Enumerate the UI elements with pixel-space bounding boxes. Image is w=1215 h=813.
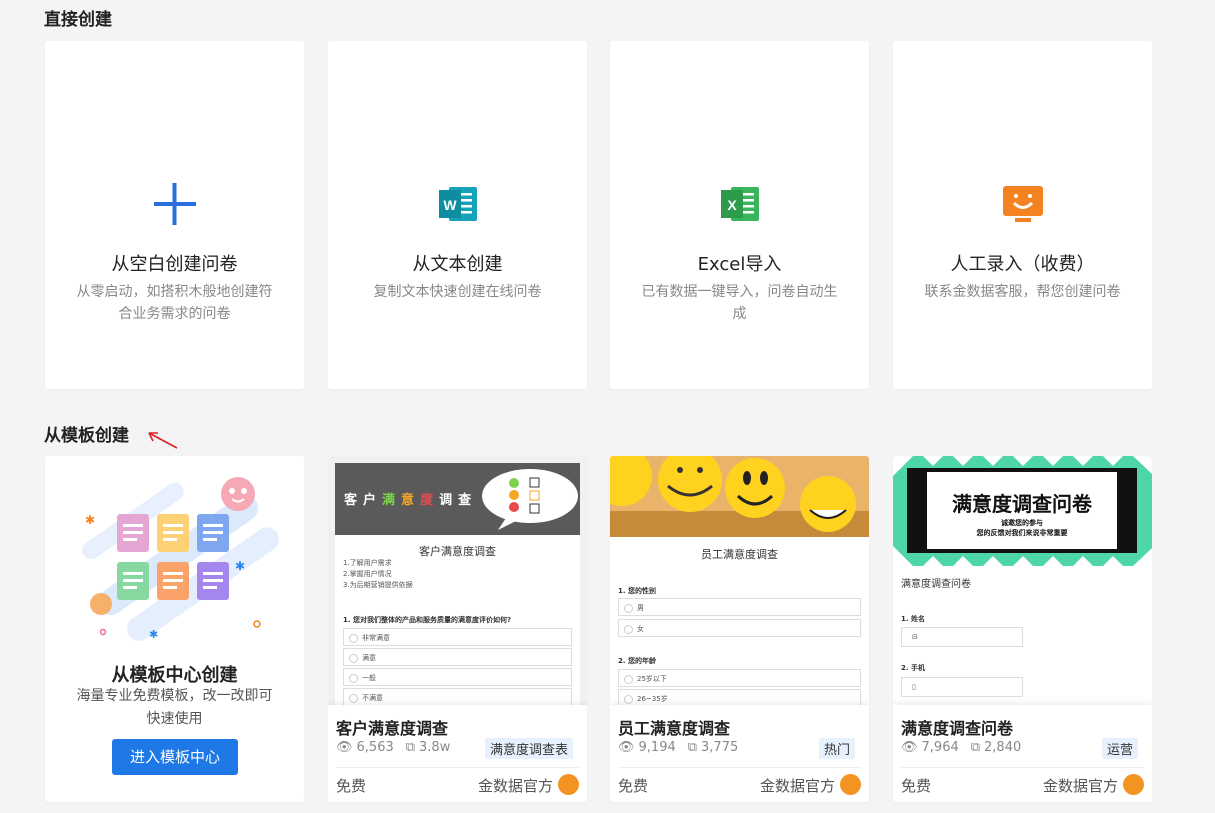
- use-count: 3,775: [701, 740, 739, 755]
- divider: [336, 767, 579, 768]
- template-card-employee-satisfaction[interactable]: 员工满意度调查 1. 您的性别 男 女 2. 您的年龄 25岁以下 26~35岁…: [610, 456, 869, 802]
- template-stats: 👁 6,563 ⧉ 3.8w: [336, 740, 450, 755]
- preview-input: ▯: [901, 677, 1023, 697]
- plus-icon: [153, 183, 196, 225]
- divider: [901, 767, 1144, 768]
- word-icon: W: [438, 187, 477, 221]
- card-title: 从文本创建: [412, 254, 503, 275]
- preview-question: 1. 您对我们整体的产品和服务质量的满意度评价如何?: [343, 616, 512, 624]
- card-desc: 复制文本快速创建在线问卷: [373, 284, 542, 300]
- enter-template-center-button[interactable]: 进入模板中心: [112, 739, 238, 775]
- preview-option: 不满意: [343, 688, 572, 706]
- manual-entry-card[interactable]: 人工录入（收费） 联系金数据客服，帮您创建问卷: [893, 41, 1152, 389]
- preview-option: 非常满意: [343, 628, 572, 646]
- card-desc: 从零启动，如搭积木般地创建符合业务需求的问卷: [76, 284, 273, 322]
- eye-icon: 👁: [901, 740, 918, 755]
- copy-icon: ⧉: [970, 740, 981, 755]
- template-info: 员工满意度调查 👁 9,194 ⧉ 3,775 热门 免费 金数据官方: [610, 705, 869, 802]
- author-avatar: [840, 774, 861, 795]
- card-title: 从空白创建问卷: [111, 254, 238, 275]
- view-count: 9,194: [638, 740, 676, 755]
- preview-option: 25岁以下: [618, 669, 861, 687]
- divider: [618, 767, 861, 768]
- arrow-annotation-icon: [148, 432, 178, 449]
- emoji-banner-image: [610, 456, 869, 537]
- template-illustration: ✱ ✱ ✱: [82, 477, 279, 641]
- preview-option: 26~35岁: [618, 689, 861, 706]
- preview-option: 男: [618, 598, 861, 616]
- template-info: 客户满意度调查 👁 6,563 ⧉ 3.8w 满意度调查表 免费 金数据官方: [328, 705, 587, 802]
- excel-icon: X: [720, 187, 759, 221]
- template-tag[interactable]: 满意度调查表: [484, 738, 573, 759]
- excel-import-card[interactable]: X Excel导入 已有数据一键导入，问卷自动生成: [610, 41, 869, 389]
- template-name: 员工满意度调查: [618, 719, 731, 738]
- template-stats: 👁 7,964 ⧉ 2,840: [901, 740, 1021, 755]
- preview-banner-sub: 诚邀您的参与: [1001, 519, 1043, 527]
- template-center-title: 从模板中心创建: [111, 665, 238, 686]
- svg-text:W: W: [443, 197, 457, 213]
- preview-title: 满意度调查问卷: [901, 579, 971, 590]
- preview-option: 女: [618, 619, 861, 637]
- template-preview: 满意度调查问卷 诚邀您的参与 您的反馈对我们来说非常重要 满意度调查问卷 1. …: [893, 456, 1152, 706]
- eye-icon: 👁: [618, 740, 635, 755]
- section-title-template: 从模板创建: [44, 426, 129, 446]
- copy-icon: ⧉: [405, 740, 416, 755]
- preview-question: 2. 手机: [901, 664, 925, 672]
- card-title: Excel导入: [697, 254, 782, 275]
- template-preview: 客户满意度调查 客户满意度调查 1.了解用户需求 2.掌握用户情况 3.为后期营…: [328, 456, 587, 706]
- template-author: 金数据官方: [477, 777, 553, 795]
- preview-question: 1. 姓名: [901, 615, 925, 623]
- create-from-text-card[interactable]: W 从文本创建 复制文本快速创建在线问卷: [328, 41, 587, 389]
- svg-text:✱: ✱: [149, 628, 158, 641]
- template-card-satisfaction-survey[interactable]: 满意度调查问卷 诚邀您的参与 您的反馈对我们来说非常重要 满意度调查问卷 1. …: [893, 456, 1152, 802]
- template-preview: 员工满意度调查 1. 您的性别 男 女 2. 您的年龄 25岁以下 26~35岁: [610, 456, 869, 706]
- preview-banner-sub: 您的反馈对我们来说非常重要: [976, 529, 1068, 537]
- template-price: 免费: [901, 777, 932, 795]
- template-price: 免费: [336, 777, 367, 795]
- preview-note: 2.掌握用户情况: [343, 570, 392, 578]
- template-author: 金数据官方: [1042, 777, 1118, 795]
- preview-title: 员工满意度调查: [701, 548, 778, 561]
- template-stats: 👁 9,194 ⧉ 3,775: [618, 740, 738, 755]
- preview-note: 3.为后期营销提供依据: [343, 581, 413, 589]
- view-count: 6,563: [356, 740, 394, 755]
- template-center-desc: 海量专业免费模板，改一改即可快速使用: [76, 688, 273, 727]
- copy-icon: ⧉: [687, 740, 698, 755]
- template-tag[interactable]: 运营: [1101, 738, 1138, 759]
- card-desc: 联系金数据客服，帮您创建问卷: [924, 284, 1121, 300]
- template-center-card[interactable]: ✱ ✱ ✱ 从模板中心创建 海量专业免费模板，改一改即可快速使用 进入模板中心: [45, 456, 304, 802]
- preview-note: 1.了解用户需求: [343, 559, 392, 567]
- template-price: 免费: [618, 777, 649, 795]
- svg-text:✱: ✱: [85, 513, 95, 527]
- svg-text:✱: ✱: [235, 559, 245, 573]
- preview-question: 2. 您的年龄: [618, 657, 656, 665]
- eye-icon: 👁: [336, 740, 353, 755]
- preview-title: 客户满意度调查: [419, 545, 496, 558]
- template-tag[interactable]: 热门: [818, 738, 855, 759]
- card-title: 人工录入（收费）: [950, 254, 1095, 275]
- preview-input: ⊟: [901, 627, 1023, 647]
- template-info: 满意度调查问卷 👁 7,964 ⧉ 2,840 运营 免费 金数据官方: [893, 705, 1152, 802]
- preview-question: 1. 您的性别: [618, 587, 656, 595]
- preview-option: 满意: [343, 648, 572, 666]
- author-avatar: [558, 774, 579, 795]
- preview-banner-title: 客户满意度调查: [344, 493, 478, 508]
- preview-banner-title: 满意度调查问卷: [952, 492, 1092, 516]
- card-desc: 已有数据一键导入，问卷自动生成: [641, 284, 838, 322]
- preview-option: 一般: [343, 668, 572, 686]
- use-count: 3.8w: [419, 740, 451, 755]
- create-blank-card[interactable]: 从空白创建问卷 从零启动，如搭积木般地创建符合业务需求的问卷: [45, 41, 304, 389]
- template-name: 客户满意度调查: [336, 719, 449, 738]
- author-avatar: [1123, 774, 1144, 795]
- speech-bubble-icon: [482, 469, 578, 530]
- template-name: 满意度调查问卷: [901, 719, 1014, 738]
- use-count: 2,840: [984, 740, 1022, 755]
- view-count: 7,964: [921, 740, 959, 755]
- template-author: 金数据官方: [759, 777, 835, 795]
- section-title-direct: 直接创建: [44, 10, 112, 30]
- svg-text:X: X: [727, 197, 737, 213]
- monitor-smile-icon: [1002, 186, 1043, 222]
- template-card-customer-satisfaction[interactable]: 客户满意度调查 客户满意度调查 1.了解用户需求 2.掌握用户情况 3.为后期营…: [328, 456, 587, 802]
